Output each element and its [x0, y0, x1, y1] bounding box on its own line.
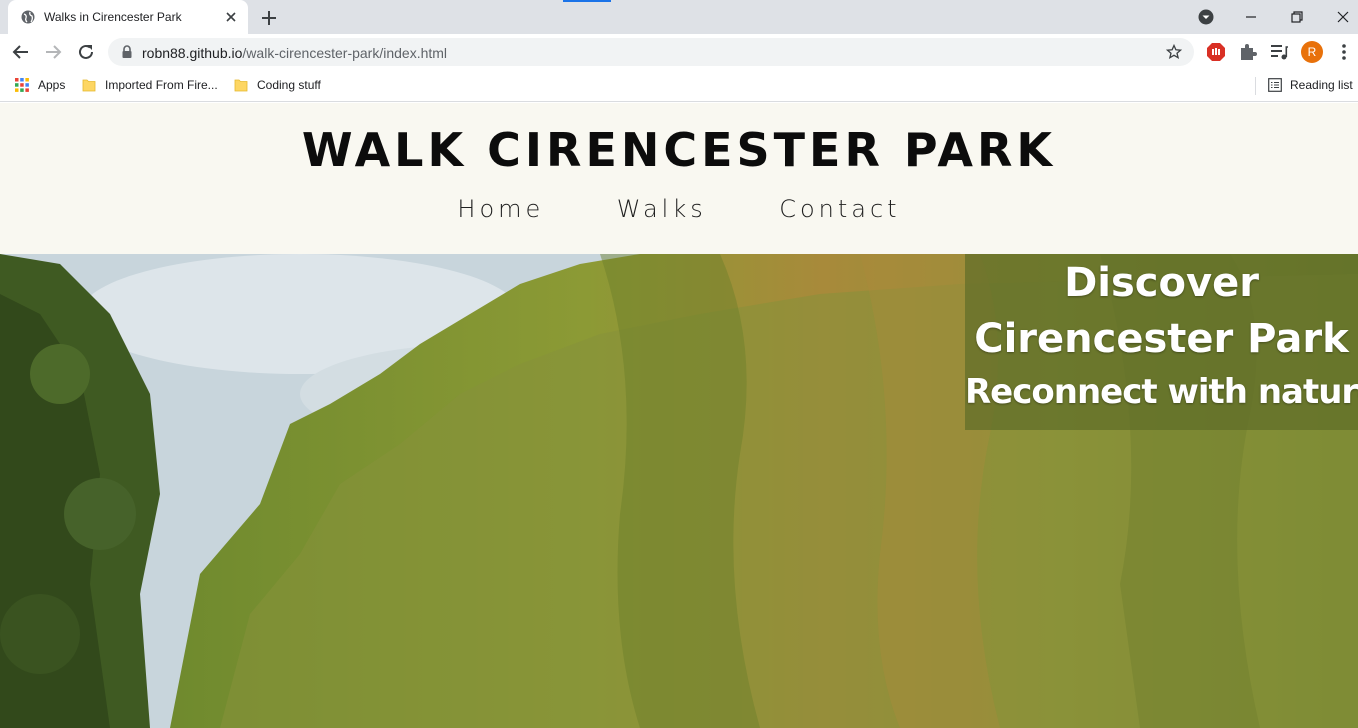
reload-icon	[79, 44, 93, 59]
nav-link-walks[interactable]: Walks	[617, 195, 707, 223]
hero-heading-line2: Cirencester Park	[974, 316, 1349, 362]
restore-button[interactable]	[1274, 0, 1320, 34]
bookmark-star-icon[interactable]	[1166, 44, 1182, 60]
media-controls-icon[interactable]	[1269, 42, 1289, 62]
loading-indicator	[563, 0, 611, 2]
tab-title: Walks in Cirencester Park	[44, 10, 182, 24]
url-text[interactable]: robn88.github.io/walk-cirencester-park/i…	[142, 45, 447, 61]
arrow-left-icon	[12, 45, 28, 59]
bookmarks-separator	[1255, 77, 1256, 95]
bookmarks-bar: Apps Imported From Fire... Coding stuff …	[0, 70, 1358, 102]
hero-tagline-box: Discover Cirencester Park Reconnect with…	[965, 254, 1358, 430]
forward-button[interactable]	[41, 40, 65, 64]
nav-link-home[interactable]: Home	[457, 195, 544, 223]
close-window-button[interactable]	[1320, 0, 1358, 34]
reading-list-icon	[1268, 78, 1282, 92]
bookmark-label: Imported From Fire...	[105, 78, 218, 92]
minimize-button[interactable]	[1228, 0, 1274, 34]
site-title[interactable]: WALK CIRENCESTER PARK	[0, 123, 1358, 177]
browser-tabstrip: Walks in Cirencester Park	[0, 0, 1358, 34]
lock-icon[interactable]	[121, 45, 133, 59]
reading-list-label: Reading list	[1290, 78, 1353, 92]
globe-icon	[21, 10, 35, 24]
bookmark-label: Coding stuff	[257, 78, 321, 92]
site-nav: Home Walks Contact	[0, 195, 1358, 223]
url-path: /walk-cirencester-park/index.html	[242, 45, 448, 61]
close-tab-icon[interactable]	[223, 9, 239, 25]
hero-image: Discover Cirencester Park Reconnect with…	[0, 254, 1358, 728]
back-button[interactable]	[9, 40, 33, 64]
arrow-right-icon	[46, 45, 62, 59]
browser-tab[interactable]: Walks in Cirencester Park	[8, 0, 248, 34]
page-viewport: WALK CIRENCESTER PARK Home Walks Contact	[0, 103, 1358, 728]
address-bar[interactable]: robn88.github.io/walk-cirencester-park/i…	[108, 38, 1194, 66]
reload-button[interactable]	[74, 40, 98, 64]
nav-link-contact[interactable]: Contact	[779, 195, 900, 223]
tab-search-icon[interactable]	[1197, 8, 1215, 26]
profile-avatar[interactable]: R	[1301, 41, 1323, 63]
folder-icon	[82, 79, 96, 92]
restore-icon	[1291, 11, 1303, 23]
minimize-icon	[1246, 16, 1256, 18]
bookmark-label: Apps	[38, 78, 66, 92]
url-host: robn88.github.io	[142, 45, 243, 61]
close-icon	[1337, 11, 1349, 23]
folder-icon	[234, 79, 248, 92]
browser-toolbar: robn88.github.io/walk-cirencester-park/i…	[0, 34, 1358, 70]
more-vert-icon[interactable]	[1335, 42, 1353, 62]
new-tab-icon[interactable]	[258, 7, 280, 29]
site-header: WALK CIRENCESTER PARK Home Walks Contact	[0, 103, 1358, 254]
apps-grid-icon	[15, 78, 29, 92]
hero-heading-line1: Discover	[1064, 260, 1259, 306]
hero-subheading: Reconnect with nature	[965, 372, 1358, 412]
extensions-puzzle-icon[interactable]	[1238, 42, 1258, 62]
adblock-extension-icon[interactable]	[1206, 42, 1226, 62]
